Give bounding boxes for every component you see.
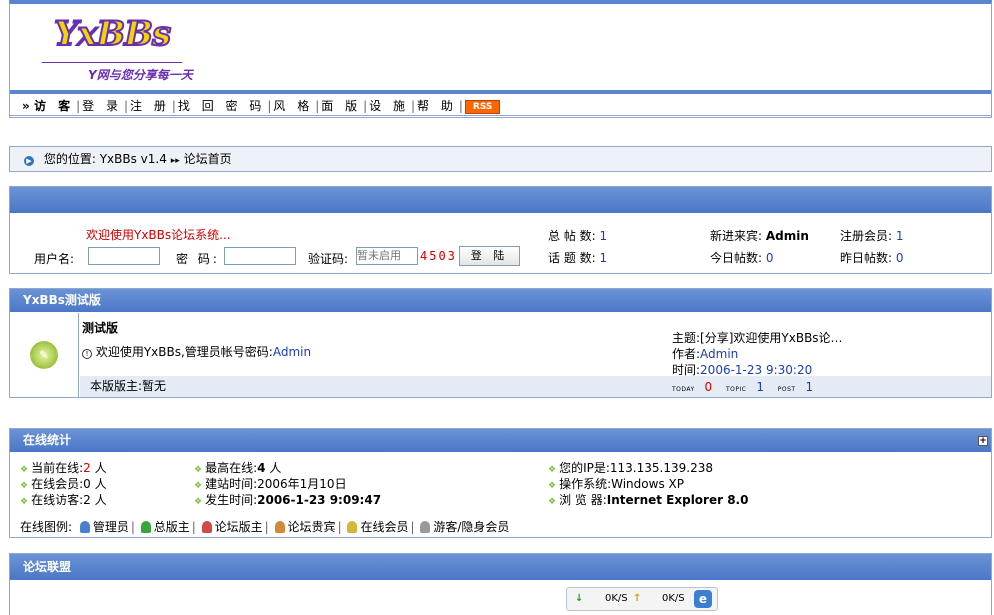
info-icon: ! xyxy=(82,349,92,359)
guest-user-icon xyxy=(420,521,431,533)
alliance-header: 论坛联盟 xyxy=(10,554,991,580)
breadcrumb-site-link[interactable]: YxBBs v1.4 xyxy=(100,152,167,166)
board-moderator-bar: 本版版主:暂无 xyxy=(80,376,991,397)
last-author-link[interactable]: Admin xyxy=(700,347,738,361)
board-icon-cell: ✎ xyxy=(10,313,79,398)
stat-today: 今日帖数: 0 xyxy=(710,251,774,265)
board-counters: TODAY 0 TOPIC 1 POST 1 xyxy=(672,380,814,394)
site-logo[interactable]: YxBBs xyxy=(53,13,184,58)
legend-online-member: 在线会员 xyxy=(347,520,408,534)
logo-underline xyxy=(42,62,182,63)
password-label: 密 码: xyxy=(176,252,220,266)
legend-vip: 论坛贵宾 xyxy=(274,520,336,534)
welcome-message: 欢迎使用YxBBs论坛系统... xyxy=(86,228,231,242)
browser-e-icon[interactable]: e xyxy=(694,590,712,608)
member-user-icon xyxy=(347,521,358,533)
nav-login[interactable]: 登 录 xyxy=(82,99,122,113)
nav-style[interactable]: 风 格 xyxy=(273,99,313,113)
speed-widget: ↓ 0K/S ↑ 0K/S e xyxy=(566,587,718,611)
online-occurred: ❖ 发生时间:2006-1-23 9:09:47 xyxy=(194,493,382,507)
login-button[interactable]: 登 陆 xyxy=(459,246,520,266)
online-stats: 在线统计 + ❖ 当前在线:2 人 ❖ 在线会员:0 人 ❖ 在线访客:2 人 ❖ 最高… xyxy=(9,428,992,538)
post-count: 1 xyxy=(805,380,814,394)
password-input[interactable] xyxy=(224,247,296,265)
nav-top-line xyxy=(10,90,991,94)
upload-speed: 0K/S xyxy=(662,593,685,604)
board-description: ! 欢迎使用YxBBs,管理员帐号密码:Admin xyxy=(82,343,311,360)
online-stats-header: 在线统计 + xyxy=(10,429,991,452)
legend-guest: 游客/隐身会员 xyxy=(420,520,509,534)
online-current: ❖ 当前在线:2 人 xyxy=(20,461,107,475)
header-frame: YxBBs Y网与您分享每一天 » 访 客 | 登 录 | 注 册 | 找 回 密 码 | 风 … xyxy=(9,0,992,118)
admin-user-icon xyxy=(79,521,90,533)
online-founded: ❖ 建站时间:2006年1月10日 xyxy=(194,477,347,491)
online-members: ❖ 在线会员:0 人 xyxy=(20,477,107,491)
online-max: ❖ 最高在线:4 人 xyxy=(194,461,282,475)
captcha-code: 4503 xyxy=(420,249,457,263)
board-status-icon: ✎ xyxy=(30,341,58,369)
super-moderator-user-icon xyxy=(140,521,151,533)
user-browser: ❖ 浏 览 器:Internet Explorer 8.0 xyxy=(548,493,749,507)
stat-newest: 新进来宾: Admin xyxy=(710,229,809,243)
rss-button[interactable]: RSS xyxy=(464,100,501,114)
nav-recover-password[interactable]: 找 回 密 码 xyxy=(178,99,265,113)
moderator-user-icon xyxy=(201,521,212,533)
stat-total-posts: 总 帖 数: 1 xyxy=(548,229,608,243)
board-section-header: YxBBs测试版 xyxy=(10,289,991,312)
board-name[interactable]: 测试版 xyxy=(82,319,118,336)
vip-user-icon xyxy=(274,521,285,533)
expand-icon[interactable]: + xyxy=(978,436,988,446)
captcha-input[interactable] xyxy=(356,247,418,265)
stat-members: 注册会员: 1 xyxy=(840,229,904,243)
nav-facilities[interactable]: 设 施 xyxy=(369,99,409,113)
captcha-label: 验证码: xyxy=(308,252,349,266)
slogan: Y网与您分享每一天 xyxy=(88,68,193,82)
legend-admin: 管理员 xyxy=(79,520,129,534)
username-label: 用户名: xyxy=(34,252,75,266)
login-panel-header xyxy=(10,187,991,213)
breadcrumb: ▶ 您的位置: YxBBs v1.4 ▸▸ 论坛首页 xyxy=(9,146,992,172)
stat-topics: 话 题 数: 1 xyxy=(548,251,608,265)
legend-super-moderator: 总版主 xyxy=(140,520,190,534)
nav-help[interactable]: 帮 助 xyxy=(417,99,457,113)
last-topic: 主题:[分享]欢迎使用YxBBs论… xyxy=(672,331,843,345)
online-legend: 在线图例: 管理员 | 总版主 | 论坛版主 | 论坛贵宾 | 在线会员 | 游客/隐身会… xyxy=(20,520,510,534)
last-time: 时间:2006-1-23 9:30:20 xyxy=(672,363,813,377)
user-os: ❖ 操作系统:Windows XP xyxy=(548,477,684,491)
main-nav: » 访 客 | 登 录 | 注 册 | 找 回 密 码 | 风 格 | 面 版 | 设 施 | 帮 助 | RS… xyxy=(10,96,991,116)
upload-arrow-icon: ↑ xyxy=(633,593,642,604)
topic-count: 1 xyxy=(756,380,764,394)
today-count: 0 xyxy=(704,380,713,394)
alliance-section: 论坛联盟 xyxy=(9,553,992,615)
logo-text: YxBBs xyxy=(53,13,172,55)
last-author: 作者:Admin xyxy=(672,347,739,361)
download-speed: 0K/S xyxy=(605,593,628,604)
nav-register[interactable]: 注 册 xyxy=(130,99,170,113)
login-panel: 欢迎使用YxBBs论坛系统... 用户名: 密 码: 验证码: 4503 登 陆… xyxy=(9,186,992,274)
newest-member-link[interactable]: Admin xyxy=(766,229,809,243)
nav-guest: » 访 客 xyxy=(22,99,75,113)
breadcrumb-arrow-icon: ▶ xyxy=(24,156,34,166)
nav-panel[interactable]: 面 版 xyxy=(321,99,361,113)
last-topic-link[interactable]: [分享]欢迎使用YxBBs论… xyxy=(700,331,843,345)
username-input[interactable] xyxy=(88,247,160,265)
legend-moderator: 论坛版主 xyxy=(201,520,263,534)
download-arrow-icon: ↓ xyxy=(575,593,584,604)
board-section: YxBBs测试版 ✎ 测试版 ! 欢迎使用YxBBs,管理员帐号密码:Admin… xyxy=(9,288,992,398)
breadcrumb-separator-icon: ▸▸ xyxy=(170,156,180,166)
board-moderator: 本版版主:暂无 xyxy=(90,379,167,393)
user-ip: ❖ 您的IP是:113.135.139.238 xyxy=(548,461,713,475)
online-guests: ❖ 在线访客:2 人 xyxy=(20,493,107,507)
board-category-title[interactable]: YxBBs测试版 xyxy=(23,293,101,307)
breadcrumb-current: 论坛首页 xyxy=(183,152,232,166)
stat-yesterday: 昨日帖数: 0 xyxy=(840,251,904,265)
